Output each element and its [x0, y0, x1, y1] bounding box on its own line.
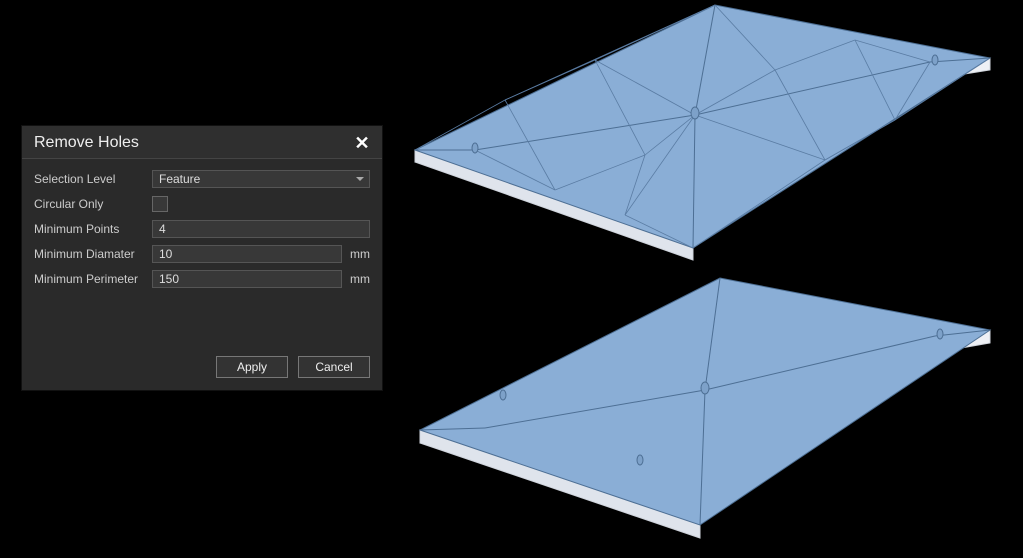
row-selection-level: Selection Level Feature — [34, 169, 370, 189]
label-minimum-perimeter: Minimum Perimeter — [34, 272, 152, 286]
dialog-body: Selection Level Feature Circular Only Mi… — [22, 159, 382, 306]
apply-button[interactable]: Apply — [216, 356, 288, 378]
label-selection-level: Selection Level — [34, 172, 152, 186]
label-minimum-diameter: Minimum Diamater — [34, 247, 152, 261]
unit-minimum-perimeter: mm — [342, 272, 370, 286]
roof-model-before — [395, 0, 1005, 270]
select-selection-level[interactable]: Feature — [152, 170, 370, 188]
row-minimum-perimeter: Minimum Perimeter 150 mm — [34, 269, 370, 289]
select-selection-level-value: Feature — [159, 172, 200, 186]
checkbox-circular-only[interactable] — [152, 196, 168, 212]
close-icon[interactable]: ✕ — [352, 134, 372, 152]
label-circular-only: Circular Only — [34, 197, 152, 211]
cancel-button[interactable]: Cancel — [298, 356, 370, 378]
row-minimum-points: Minimum Points 4 — [34, 219, 370, 239]
dialog-header: Remove Holes ✕ — [22, 126, 382, 159]
roof-model-after — [395, 270, 1005, 550]
label-minimum-points: Minimum Points — [34, 222, 152, 236]
input-minimum-diameter[interactable]: 10 — [152, 245, 342, 263]
input-minimum-diameter-value: 10 — [159, 247, 172, 261]
row-minimum-diameter: Minimum Diamater 10 mm — [34, 244, 370, 264]
remove-holes-dialog: Remove Holes ✕ Selection Level Feature C… — [21, 125, 383, 391]
input-minimum-points-value: 4 — [159, 222, 166, 236]
dialog-title: Remove Holes — [34, 134, 139, 152]
input-minimum-perimeter[interactable]: 150 — [152, 270, 342, 288]
row-circular-only: Circular Only — [34, 194, 370, 214]
input-minimum-perimeter-value: 150 — [159, 272, 179, 286]
unit-minimum-diameter: mm — [342, 247, 370, 261]
input-minimum-points[interactable]: 4 — [152, 220, 370, 238]
dialog-footer: Apply Cancel — [22, 306, 382, 390]
